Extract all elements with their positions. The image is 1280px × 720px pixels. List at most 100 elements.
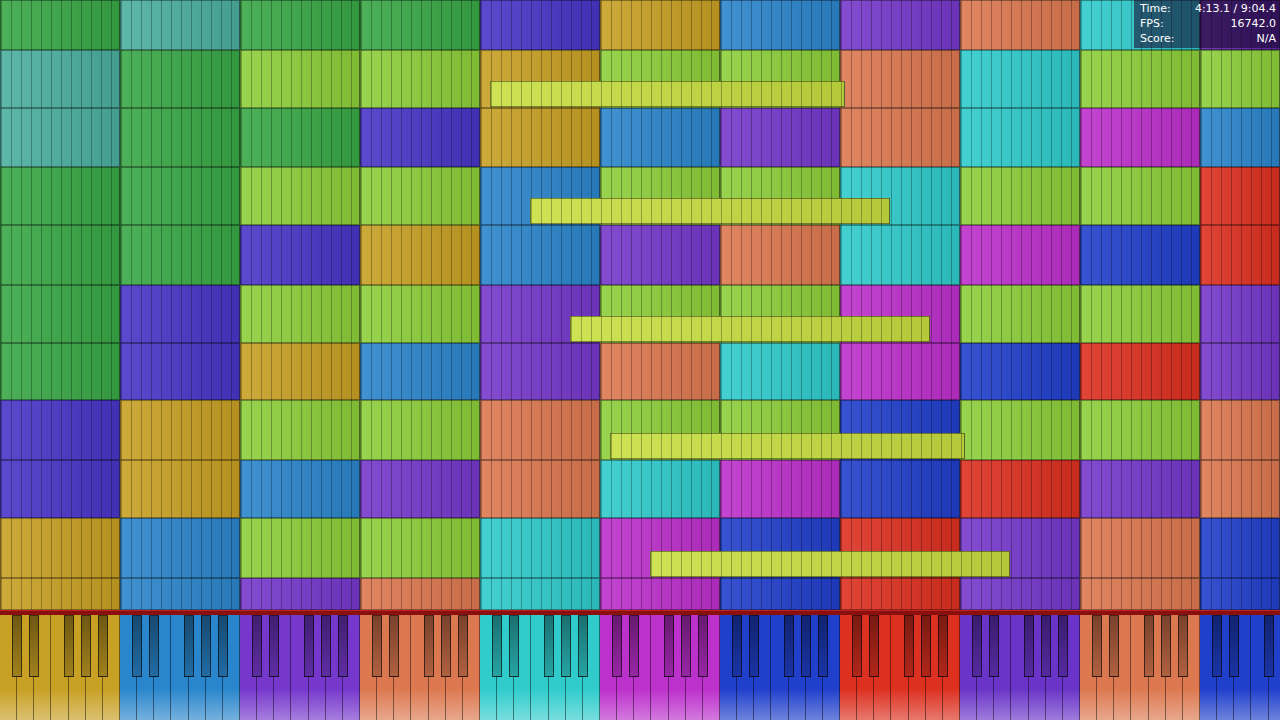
black-key[interactable] xyxy=(681,615,691,677)
black-key[interactable] xyxy=(201,615,211,677)
note-block xyxy=(360,108,480,167)
keyboard-octave xyxy=(240,615,360,720)
note-block xyxy=(1200,225,1280,285)
black-key[interactable] xyxy=(269,615,279,677)
note-block xyxy=(120,50,240,108)
note-block xyxy=(120,518,240,578)
note-block xyxy=(840,225,960,285)
note-block xyxy=(0,50,120,108)
black-key[interactable] xyxy=(904,615,914,677)
black-key[interactable] xyxy=(29,615,39,677)
stat-value: N/A xyxy=(1257,31,1276,46)
black-key[interactable] xyxy=(578,615,588,677)
note-block xyxy=(480,578,600,610)
note-block xyxy=(480,225,600,285)
black-key[interactable] xyxy=(801,615,811,677)
note-block xyxy=(600,460,720,518)
black-key[interactable] xyxy=(509,615,519,677)
black-key[interactable] xyxy=(252,615,262,677)
note-block xyxy=(840,50,960,108)
black-key[interactable] xyxy=(1264,615,1274,677)
long-note xyxy=(530,198,890,224)
black-key[interactable] xyxy=(612,615,622,677)
note-block xyxy=(1080,343,1200,400)
black-key[interactable] xyxy=(629,615,639,677)
note-block xyxy=(1080,108,1200,167)
black-key[interactable] xyxy=(81,615,91,677)
note-block xyxy=(480,0,600,50)
black-key[interactable] xyxy=(749,615,759,677)
black-key[interactable] xyxy=(98,615,108,677)
black-key[interactable] xyxy=(544,615,554,677)
black-key[interactable] xyxy=(1229,615,1239,677)
black-key[interactable] xyxy=(561,615,571,677)
black-key[interactable] xyxy=(938,615,948,677)
black-key[interactable] xyxy=(1109,615,1119,677)
black-key[interactable] xyxy=(1161,615,1171,677)
black-key[interactable] xyxy=(12,615,22,677)
black-key[interactable] xyxy=(921,615,931,677)
long-note xyxy=(610,433,965,459)
note-block xyxy=(1080,50,1200,108)
keyboard-octave xyxy=(120,615,240,720)
note-block xyxy=(600,343,720,400)
note-block xyxy=(1200,285,1280,343)
long-note xyxy=(650,551,1010,577)
note-block xyxy=(960,167,1080,225)
black-key[interactable] xyxy=(64,615,74,677)
black-key[interactable] xyxy=(389,615,399,677)
note-block xyxy=(720,460,840,518)
black-key[interactable] xyxy=(304,615,314,677)
keyboard-octave xyxy=(600,615,720,720)
black-key[interactable] xyxy=(698,615,708,677)
black-key[interactable] xyxy=(1024,615,1034,677)
note-block xyxy=(240,400,360,460)
black-key[interactable] xyxy=(732,615,742,677)
black-key[interactable] xyxy=(321,615,331,677)
note-block xyxy=(360,578,480,610)
note-block xyxy=(240,578,360,610)
note-block xyxy=(360,518,480,578)
black-key[interactable] xyxy=(818,615,828,677)
black-key[interactable] xyxy=(492,615,502,677)
note-block xyxy=(360,285,480,343)
black-key[interactable] xyxy=(441,615,451,677)
black-key[interactable] xyxy=(989,615,999,677)
black-key[interactable] xyxy=(218,615,228,677)
note-block xyxy=(960,108,1080,167)
note-block xyxy=(120,0,240,50)
stat-row: FPS:16742.0 xyxy=(1140,16,1276,31)
black-key[interactable] xyxy=(1212,615,1222,677)
note-block xyxy=(1080,285,1200,343)
black-key[interactable] xyxy=(784,615,794,677)
note-block xyxy=(120,460,240,518)
black-key[interactable] xyxy=(1092,615,1102,677)
black-key[interactable] xyxy=(184,615,194,677)
black-key[interactable] xyxy=(458,615,468,677)
black-key[interactable] xyxy=(869,615,879,677)
note-block xyxy=(960,0,1080,50)
black-key[interactable] xyxy=(1058,615,1068,677)
note-block xyxy=(960,343,1080,400)
note-block xyxy=(240,285,360,343)
black-key[interactable] xyxy=(338,615,348,677)
note-block xyxy=(1200,167,1280,225)
black-key[interactable] xyxy=(424,615,434,677)
note-block xyxy=(1200,343,1280,400)
black-key[interactable] xyxy=(1144,615,1154,677)
note-block xyxy=(840,108,960,167)
black-key[interactable] xyxy=(664,615,674,677)
note-block xyxy=(1200,518,1280,578)
note-block xyxy=(0,400,120,460)
note-block xyxy=(1080,518,1200,578)
black-key[interactable] xyxy=(1041,615,1051,677)
black-key[interactable] xyxy=(132,615,142,677)
black-key[interactable] xyxy=(372,615,382,677)
note-block xyxy=(120,108,240,167)
black-key[interactable] xyxy=(149,615,159,677)
black-key[interactable] xyxy=(852,615,862,677)
note-block xyxy=(720,343,840,400)
note-block xyxy=(480,400,600,460)
black-key[interactable] xyxy=(972,615,982,677)
black-key[interactable] xyxy=(1178,615,1188,677)
